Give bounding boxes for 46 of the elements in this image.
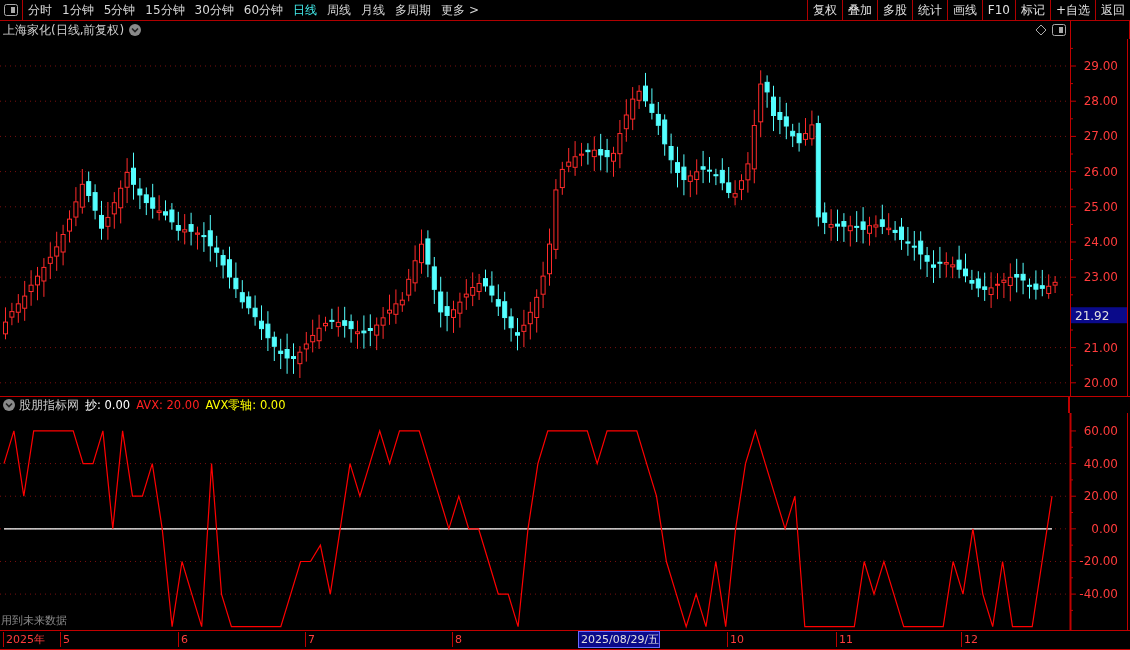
- legend-value: AVX零轴: 0.00: [205, 397, 286, 413]
- axis-label: 21.00: [1083, 340, 1118, 355]
- dropdown-icon[interactable]: [3, 399, 15, 411]
- axis-label: 40.00: [1083, 456, 1118, 471]
- legend-value: 抄: 0.00: [85, 397, 131, 413]
- legend-value: AVX: 20.00: [136, 397, 200, 413]
- panel-toggle-icon[interactable]: [1052, 24, 1066, 36]
- axis-label: -20.00: [1079, 554, 1118, 569]
- date-label: 10: [727, 632, 744, 647]
- axis-label: 60.00: [1083, 423, 1118, 438]
- axis-label: 20.00: [1083, 489, 1118, 504]
- diamond-icon[interactable]: [1035, 24, 1047, 36]
- period-tab[interactable]: 周线: [322, 1, 357, 19]
- date-label: 11: [836, 632, 853, 647]
- period-tab[interactable]: 5分钟: [98, 1, 141, 19]
- period-tab[interactable]: 多周期: [390, 1, 437, 19]
- current-price-tag: 21.92: [1071, 307, 1127, 324]
- dropdown-icon[interactable]: [129, 24, 142, 36]
- crosshair-date: 2025/08/29/五: [578, 631, 661, 648]
- date-label: 12: [961, 632, 978, 647]
- axis-label: 26.00: [1083, 164, 1118, 179]
- axis-label: 27.00: [1083, 129, 1118, 144]
- axis-label: 20.00: [1083, 375, 1118, 390]
- axis-label: 25.00: [1083, 199, 1118, 214]
- axis-label: -40.00: [1079, 587, 1118, 602]
- period-tab[interactable]: 日线: [288, 1, 323, 19]
- period-tab[interactable]: 30分钟: [189, 1, 239, 19]
- axis-label: 23.00: [1083, 270, 1118, 285]
- date-label: 7: [305, 632, 315, 647]
- period-tab[interactable]: 15分钟: [140, 1, 190, 19]
- axis-label: 0.00: [1091, 521, 1118, 536]
- period-tab[interactable]: 更多 >: [436, 1, 484, 19]
- date-label: 5: [60, 632, 70, 647]
- period-tab[interactable]: 1分钟: [57, 1, 99, 19]
- period-tab[interactable]: 60分钟: [238, 1, 289, 19]
- indicator-name: 股朋指标网: [19, 397, 79, 413]
- axis-label: 24.00: [1083, 235, 1118, 249]
- date-label: 6: [178, 632, 188, 647]
- axis-label: 29.00: [1083, 59, 1118, 73]
- period-tab[interactable]: 分时: [23, 1, 57, 19]
- axis-label: 28.00: [1083, 94, 1118, 109]
- date-label: 2025年: [3, 632, 45, 647]
- warning-note: 用到未来数据: [1, 613, 67, 628]
- stock-title: 上海家化(日线,前复权): [3, 21, 125, 39]
- date-label: 8: [452, 632, 462, 647]
- period-tab[interactable]: 月线: [356, 1, 391, 19]
